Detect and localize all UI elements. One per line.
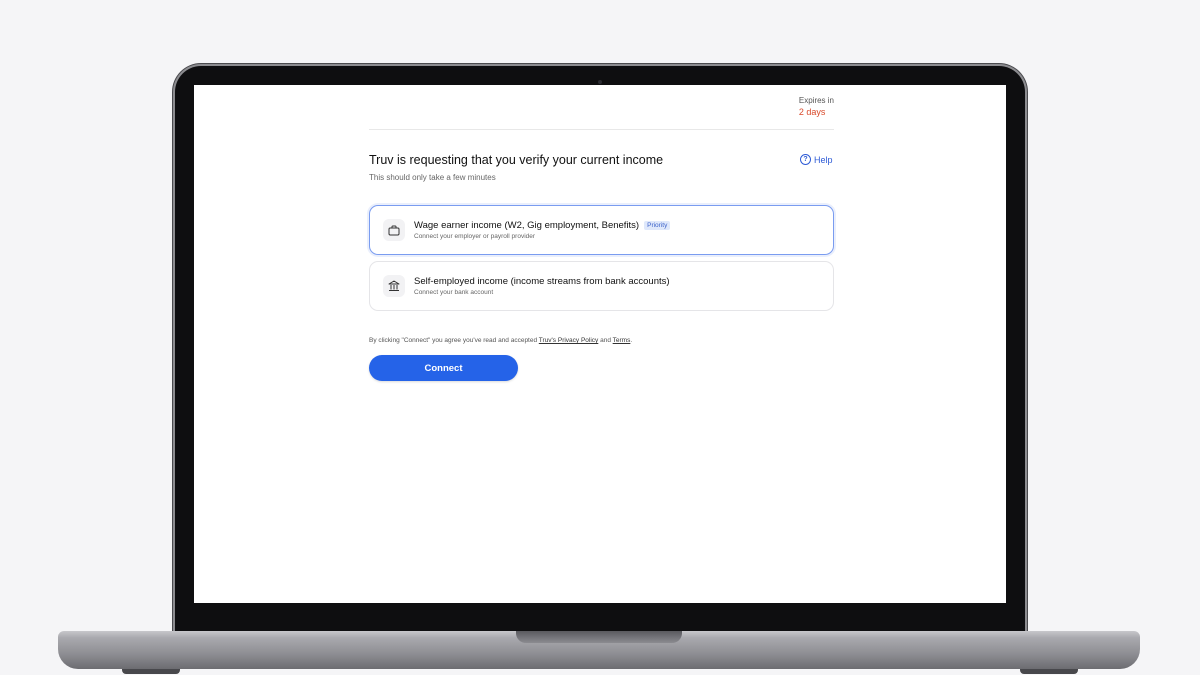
consent-and: and: [598, 337, 613, 344]
camera: [598, 80, 602, 84]
page-subtitle: This should only take a few minutes: [369, 173, 496, 182]
laptop-notch: [516, 631, 682, 643]
option-description: Connect your bank account: [414, 289, 494, 296]
header-divider: [369, 129, 834, 130]
option-wage-earner[interactable]: Wage earner income (W2, Gig employment, …: [369, 205, 834, 255]
screen: Expires in 2 days Truv is requesting tha…: [194, 85, 1006, 603]
help-icon: ?: [800, 154, 811, 165]
option-self-employed[interactable]: Self-employed income (income streams fro…: [369, 261, 834, 311]
bank-icon: [383, 275, 405, 297]
expires-label: Expires in: [798, 96, 834, 105]
option-title: Self-employed income (income streams fro…: [414, 276, 670, 287]
laptop-foot-left: [122, 669, 180, 674]
help-link[interactable]: ? Help: [800, 154, 833, 165]
option-description: Connect your employer or payroll provide…: [414, 233, 536, 240]
option-title: Wage earner income (W2, Gig employment, …: [414, 220, 640, 231]
consent-prefix: By clicking "Connect" you agree you've r…: [369, 337, 539, 344]
consent-text: By clicking "Connect" you agree you've r…: [369, 337, 632, 344]
briefcase-icon: [383, 219, 405, 241]
page-title: Truv is requesting that you verify your …: [369, 153, 664, 167]
laptop-foot-right: [1020, 669, 1078, 674]
privacy-policy-link[interactable]: Truv's Privacy Policy: [539, 337, 599, 344]
expires-value: 2 days: [798, 107, 826, 117]
priority-badge: Priority: [644, 221, 671, 230]
laptop-base: [58, 631, 1140, 669]
consent-suffix: .: [630, 337, 633, 344]
connect-button[interactable]: Connect: [369, 355, 518, 381]
help-label: Help: [814, 154, 833, 165]
terms-link[interactable]: Terms: [613, 337, 631, 344]
expiry-info: Expires in 2 days: [799, 95, 834, 118]
laptop-lid: Expires in 2 days Truv is requesting tha…: [175, 66, 1025, 636]
